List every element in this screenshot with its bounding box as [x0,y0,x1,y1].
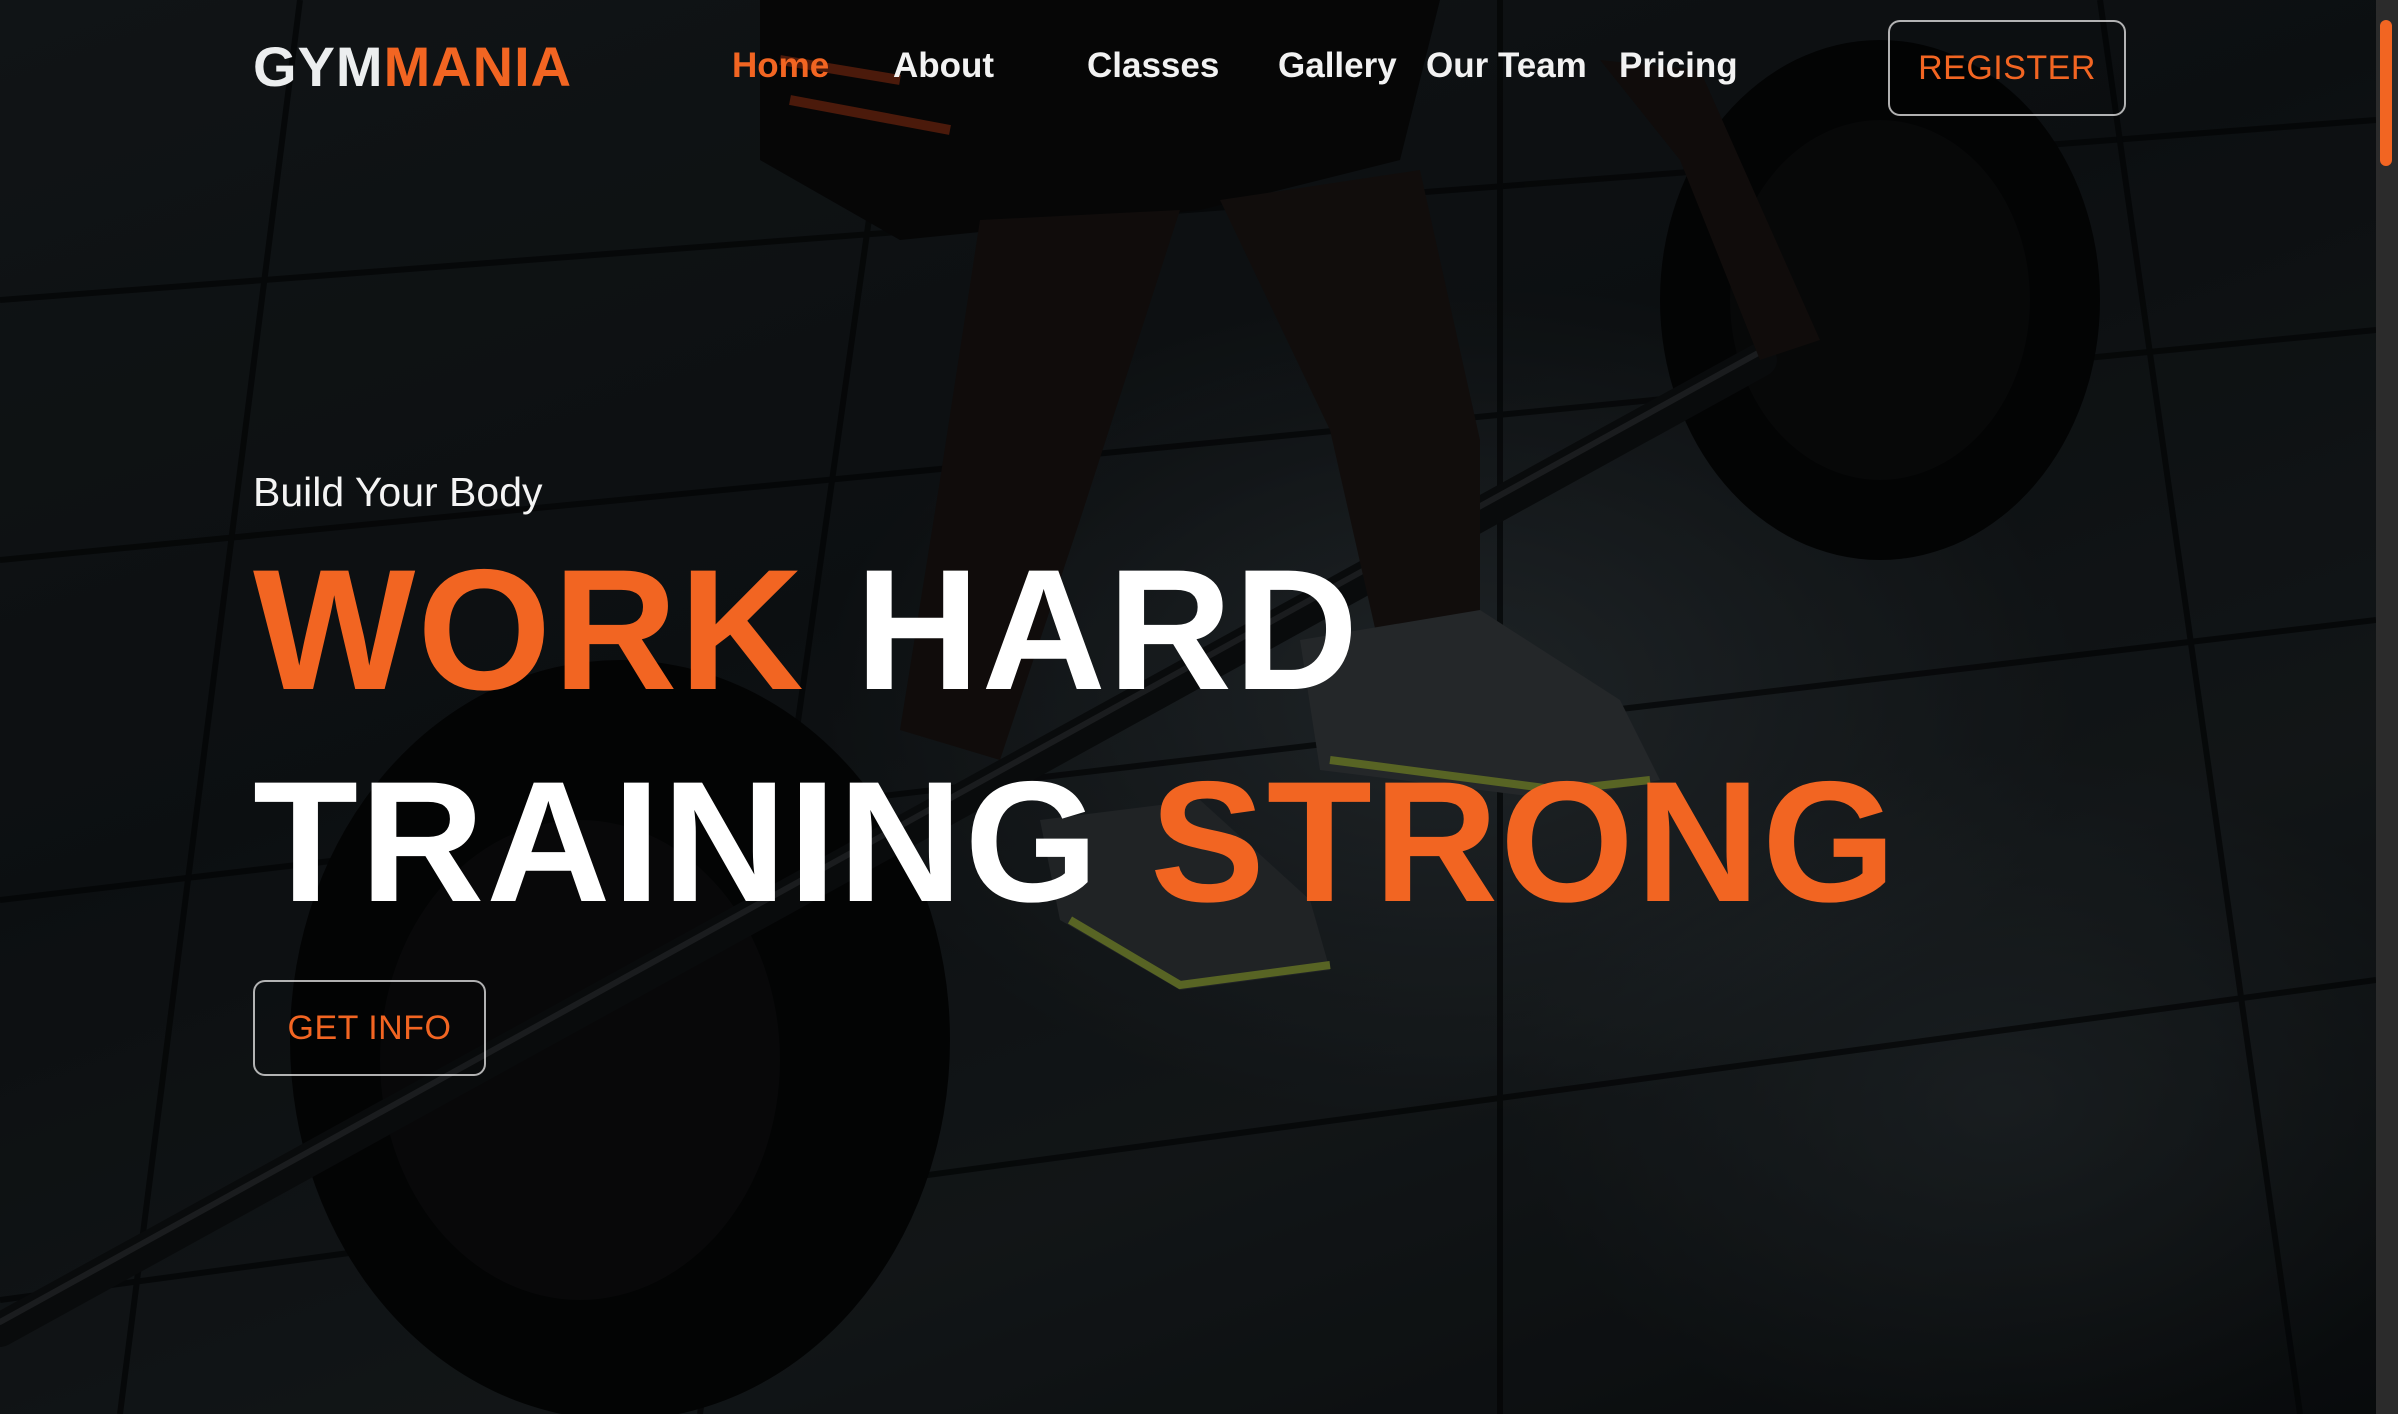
headline-word-work: WORK [253,534,806,726]
nav-link-home[interactable]: Home [732,44,829,88]
hero-subtitle: Build Your Body [253,469,543,515]
get-info-button[interactable]: GET INFO [253,980,486,1076]
top-navbar: GYMMANIA Home About Classes Gallery Our … [0,0,2376,135]
headline-word-hard: HARD [855,534,1361,726]
hero-headline-line-2: TRAINING STRONG [253,742,1898,942]
vertical-scrollbar[interactable] [2376,0,2398,1414]
nav-link-classes[interactable]: Classes [1087,44,1219,88]
hero-section: GYMMANIA Home About Classes Gallery Our … [0,0,2376,1414]
scrollbar-thumb[interactable] [2380,20,2392,166]
nav-link-gallery[interactable]: Gallery [1278,44,1397,88]
nav-link-pricing[interactable]: Pricing [1619,44,1738,88]
brand-logo-part-gym: GYM [253,35,384,98]
brand-logo[interactable]: GYMMANIA [253,32,572,102]
headline-word-strong: STRONG [1150,746,1898,938]
nav-link-about[interactable]: About [893,44,994,88]
nav-link-our-team[interactable]: Our Team [1426,44,1587,88]
hero-headline-line-1: WORK HARD [253,530,1360,730]
register-button[interactable]: REGISTER [1888,20,2126,116]
headline-word-training: TRAINING [253,746,1101,938]
brand-logo-part-mania: MANIA [383,35,573,98]
